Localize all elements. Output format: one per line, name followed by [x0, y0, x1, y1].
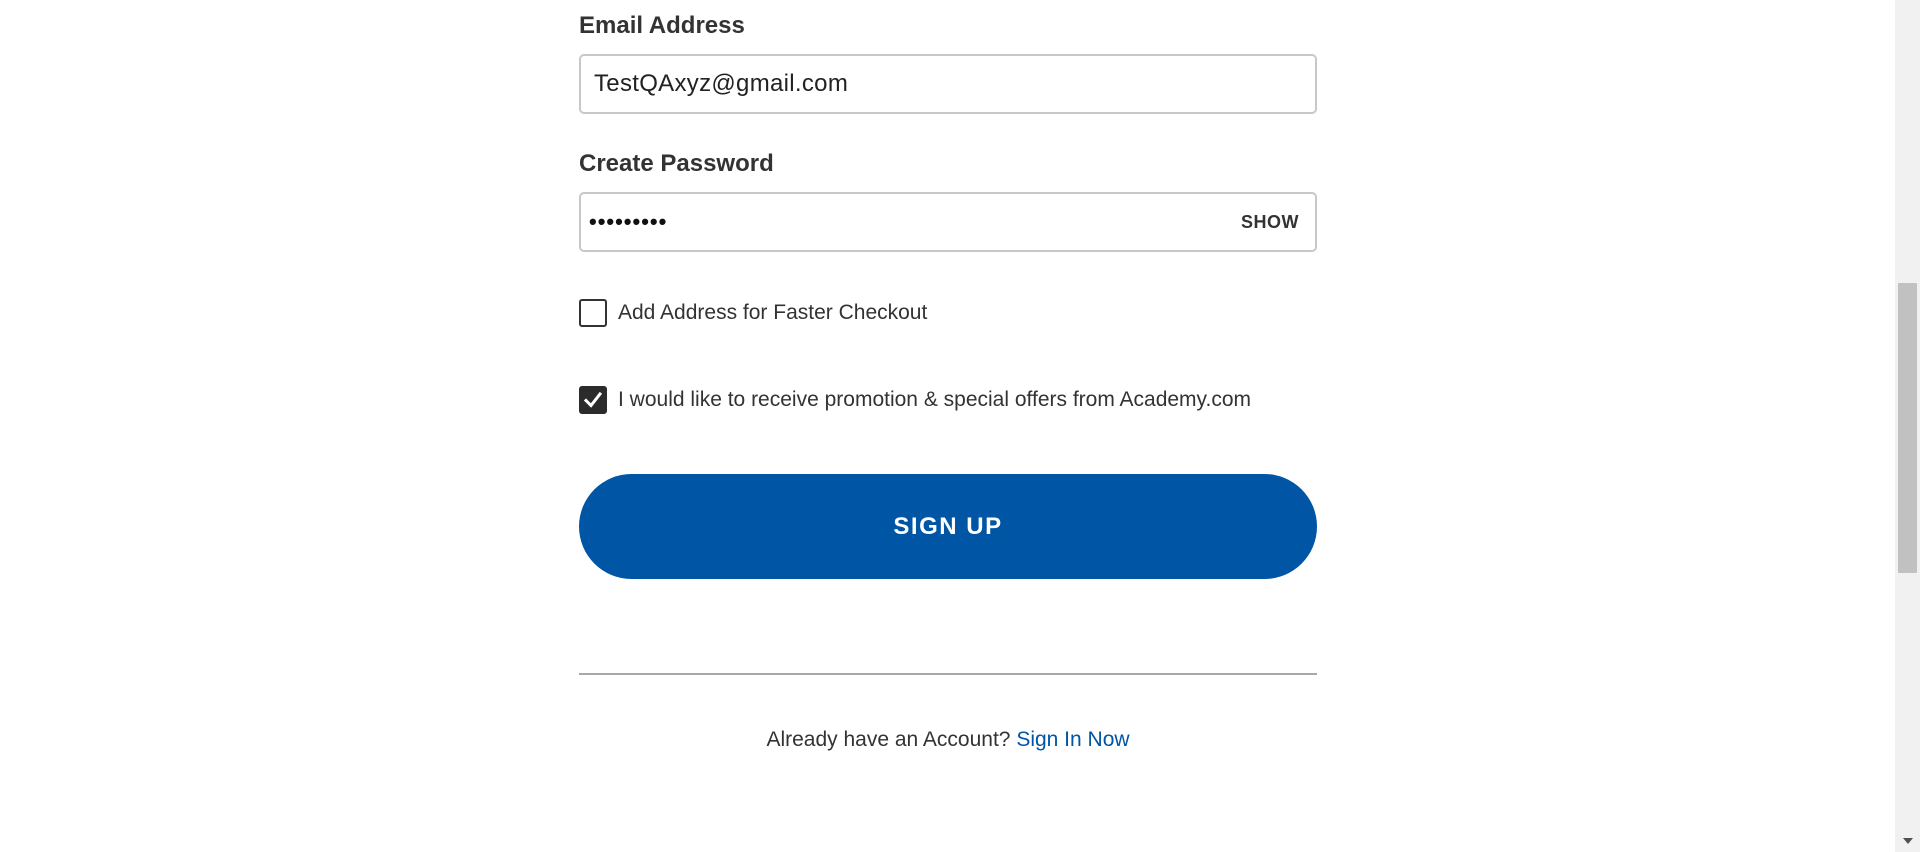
promotions-option[interactable]: I would like to receive promotion & spec…	[579, 386, 1251, 414]
email-input[interactable]	[594, 56, 1194, 112]
signin-prompt-line: Already have an Account? Sign In Now	[579, 728, 1317, 752]
sign-in-now-link[interactable]: Sign In Now	[1016, 728, 1129, 751]
page: Email Address Create Password ••••••••• …	[0, 0, 1920, 852]
add-address-checkbox[interactable]	[579, 299, 607, 327]
add-address-label[interactable]: Add Address for Faster Checkout	[618, 301, 927, 325]
check-icon	[583, 391, 603, 408]
password-field[interactable]: ••••••••• SHOW	[579, 192, 1317, 252]
password-label: Create Password	[579, 150, 774, 177]
chevron-down-icon[interactable]	[1895, 834, 1920, 848]
email-label: Email Address	[579, 12, 745, 39]
promotions-checkbox[interactable]	[579, 386, 607, 414]
sign-up-button[interactable]: SIGN UP	[579, 474, 1317, 579]
divider	[579, 673, 1317, 675]
email-field[interactable]	[579, 54, 1317, 114]
password-masked-value[interactable]: •••••••••	[589, 194, 667, 250]
show-password-button[interactable]: SHOW	[1241, 194, 1299, 250]
scrollbar-thumb[interactable]	[1898, 283, 1917, 573]
promotions-label[interactable]: I would like to receive promotion & spec…	[618, 388, 1251, 412]
signin-prompt: Already have an Account?	[766, 728, 1011, 751]
vertical-scrollbar[interactable]	[1895, 0, 1920, 852]
add-address-option[interactable]: Add Address for Faster Checkout	[579, 299, 927, 327]
